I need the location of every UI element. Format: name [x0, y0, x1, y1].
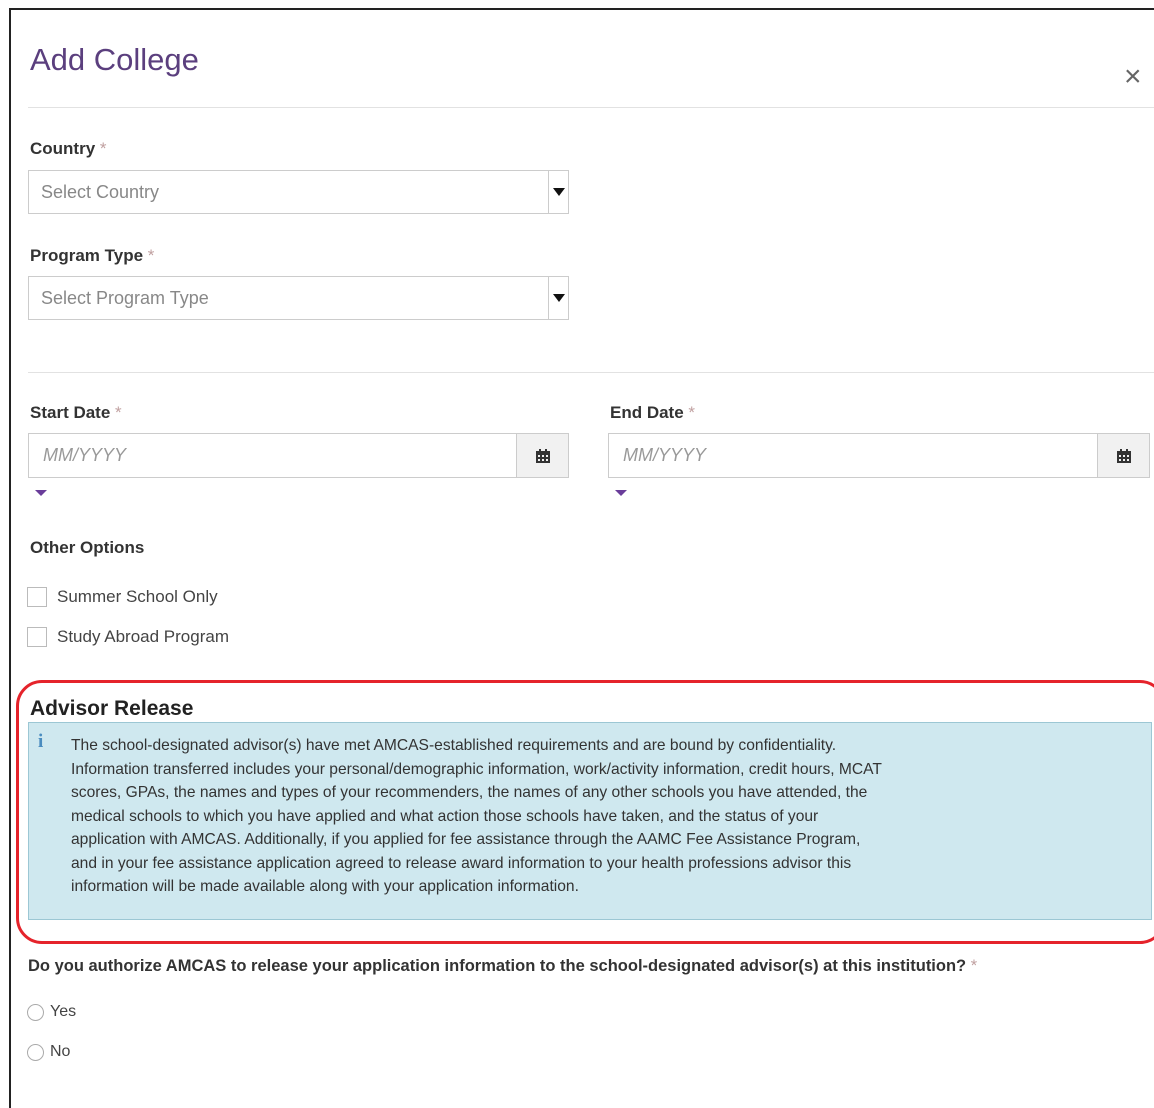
radio-no[interactable]: No — [27, 1043, 70, 1061]
radio-yes[interactable]: Yes — [27, 1003, 76, 1021]
required-marker: * — [688, 403, 696, 422]
start-date-placeholder: MM/YYYY — [43, 445, 127, 465]
chevron-down-icon[interactable] — [548, 277, 568, 319]
country-select-placeholder: Select Country — [41, 182, 160, 202]
end-date-placeholder: MM/YYYY — [623, 445, 707, 465]
radio-button[interactable] — [27, 1003, 44, 1021]
calendar-icon[interactable] — [516, 434, 568, 477]
end-date-input[interactable]: MM/YYYY — [608, 433, 1150, 478]
start-date-label: Start Date * — [30, 403, 122, 423]
divider — [28, 107, 1154, 108]
end-date-label: End Date * — [610, 403, 695, 423]
required-marker: * — [99, 139, 107, 158]
info-line: medical schools to which you have applie… — [71, 807, 819, 825]
country-select[interactable]: Select Country — [28, 170, 569, 214]
calendar-icon[interactable] — [1097, 434, 1149, 477]
close-icon[interactable]: × — [1124, 62, 1142, 92]
other-options-label: Other Options — [30, 538, 145, 557]
checkbox-label: Study Abroad Program — [57, 627, 229, 646]
authorization-question-text: Do you authorize AMCAS to release your a… — [28, 957, 967, 975]
advisor-release-text: The school-designated advisor(s) have me… — [71, 734, 1031, 899]
checkbox-label: Summer School Only — [57, 587, 218, 606]
advisor-release-info-box: i The school-designated advisor(s) have … — [28, 722, 1152, 920]
divider — [28, 372, 1154, 373]
radio-label: Yes — [50, 1003, 77, 1020]
required-marker: * — [147, 246, 155, 265]
program-type-label-text: Program Type — [30, 246, 144, 265]
checkbox[interactable] — [27, 627, 47, 647]
advisor-release-title: Advisor Release — [30, 697, 194, 720]
start-date-input[interactable]: MM/YYYY — [28, 433, 569, 478]
info-line: information will be made available along… — [71, 878, 579, 895]
radio-label: No — [50, 1043, 71, 1060]
program-type-select-placeholder: Select Program Type — [41, 288, 209, 308]
info-line: and in your fee assistance application a… — [71, 854, 852, 872]
modal-title: Add College — [30, 42, 199, 77]
country-label: Country * — [30, 139, 107, 159]
info-line: Information transferred includes your pe… — [71, 760, 882, 778]
program-type-label: Program Type * — [30, 246, 154, 266]
checkbox[interactable] — [27, 587, 47, 607]
chevron-down-icon — [35, 490, 47, 496]
info-icon: i — [38, 731, 44, 752]
checkbox-study-abroad[interactable]: Study Abroad Program — [27, 627, 229, 647]
start-date-label-text: Start Date — [30, 403, 111, 422]
country-label-text: Country — [30, 139, 96, 158]
info-line: The school-designated advisor(s) have me… — [71, 737, 837, 754]
checkbox-summer-school[interactable]: Summer School Only — [27, 587, 218, 607]
required-marker: * — [115, 403, 122, 422]
required-marker: * — [970, 957, 978, 975]
end-date-label-text: End Date — [610, 403, 684, 422]
chevron-down-icon — [615, 490, 627, 496]
radio-button[interactable] — [27, 1043, 44, 1061]
info-line: scores, GPAs, the names and types of you… — [71, 784, 868, 801]
authorization-question: Do you authorize AMCAS to release your a… — [28, 957, 977, 976]
info-line: application with AMCAS. Additionally, if… — [71, 831, 861, 848]
program-type-select[interactable]: Select Program Type — [28, 276, 569, 320]
chevron-down-icon[interactable] — [548, 171, 568, 213]
